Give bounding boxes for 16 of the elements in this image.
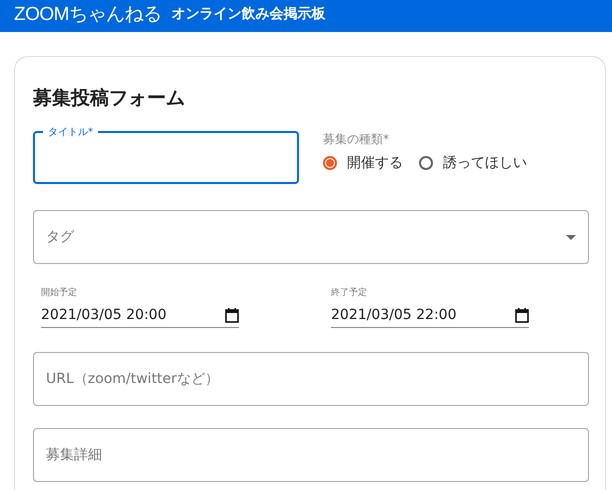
calendar-icon[interactable] bbox=[515, 308, 529, 322]
date-label: 開始予定 bbox=[41, 286, 78, 299]
date-label: 終了予定 bbox=[331, 286, 368, 299]
site-subtitle: オンライン飲み会掲示板 bbox=[172, 5, 326, 23]
calendar-icon[interactable] bbox=[225, 308, 239, 322]
radio-option[interactable]: 誘ってほしい bbox=[419, 154, 527, 172]
type-label: 募集の種類* bbox=[323, 131, 390, 148]
details-field[interactable]: 募集詳細 bbox=[33, 428, 589, 482]
form-title: 募集投稿フォーム bbox=[33, 86, 186, 111]
caret-icon bbox=[566, 234, 576, 240]
datetime-field[interactable]: 2021/03/05 22:00 bbox=[331, 307, 529, 328]
radio-option[interactable]: 開催する bbox=[323, 154, 403, 172]
tag-select[interactable]: タグ bbox=[33, 210, 589, 264]
site-logo[interactable]: ZOOMちゃんねる bbox=[14, 1, 162, 27]
url-field[interactable]: URL（zoom/twitterなど） bbox=[33, 352, 589, 406]
datetime-field[interactable]: 2021/03/05 20:00 bbox=[41, 307, 239, 328]
